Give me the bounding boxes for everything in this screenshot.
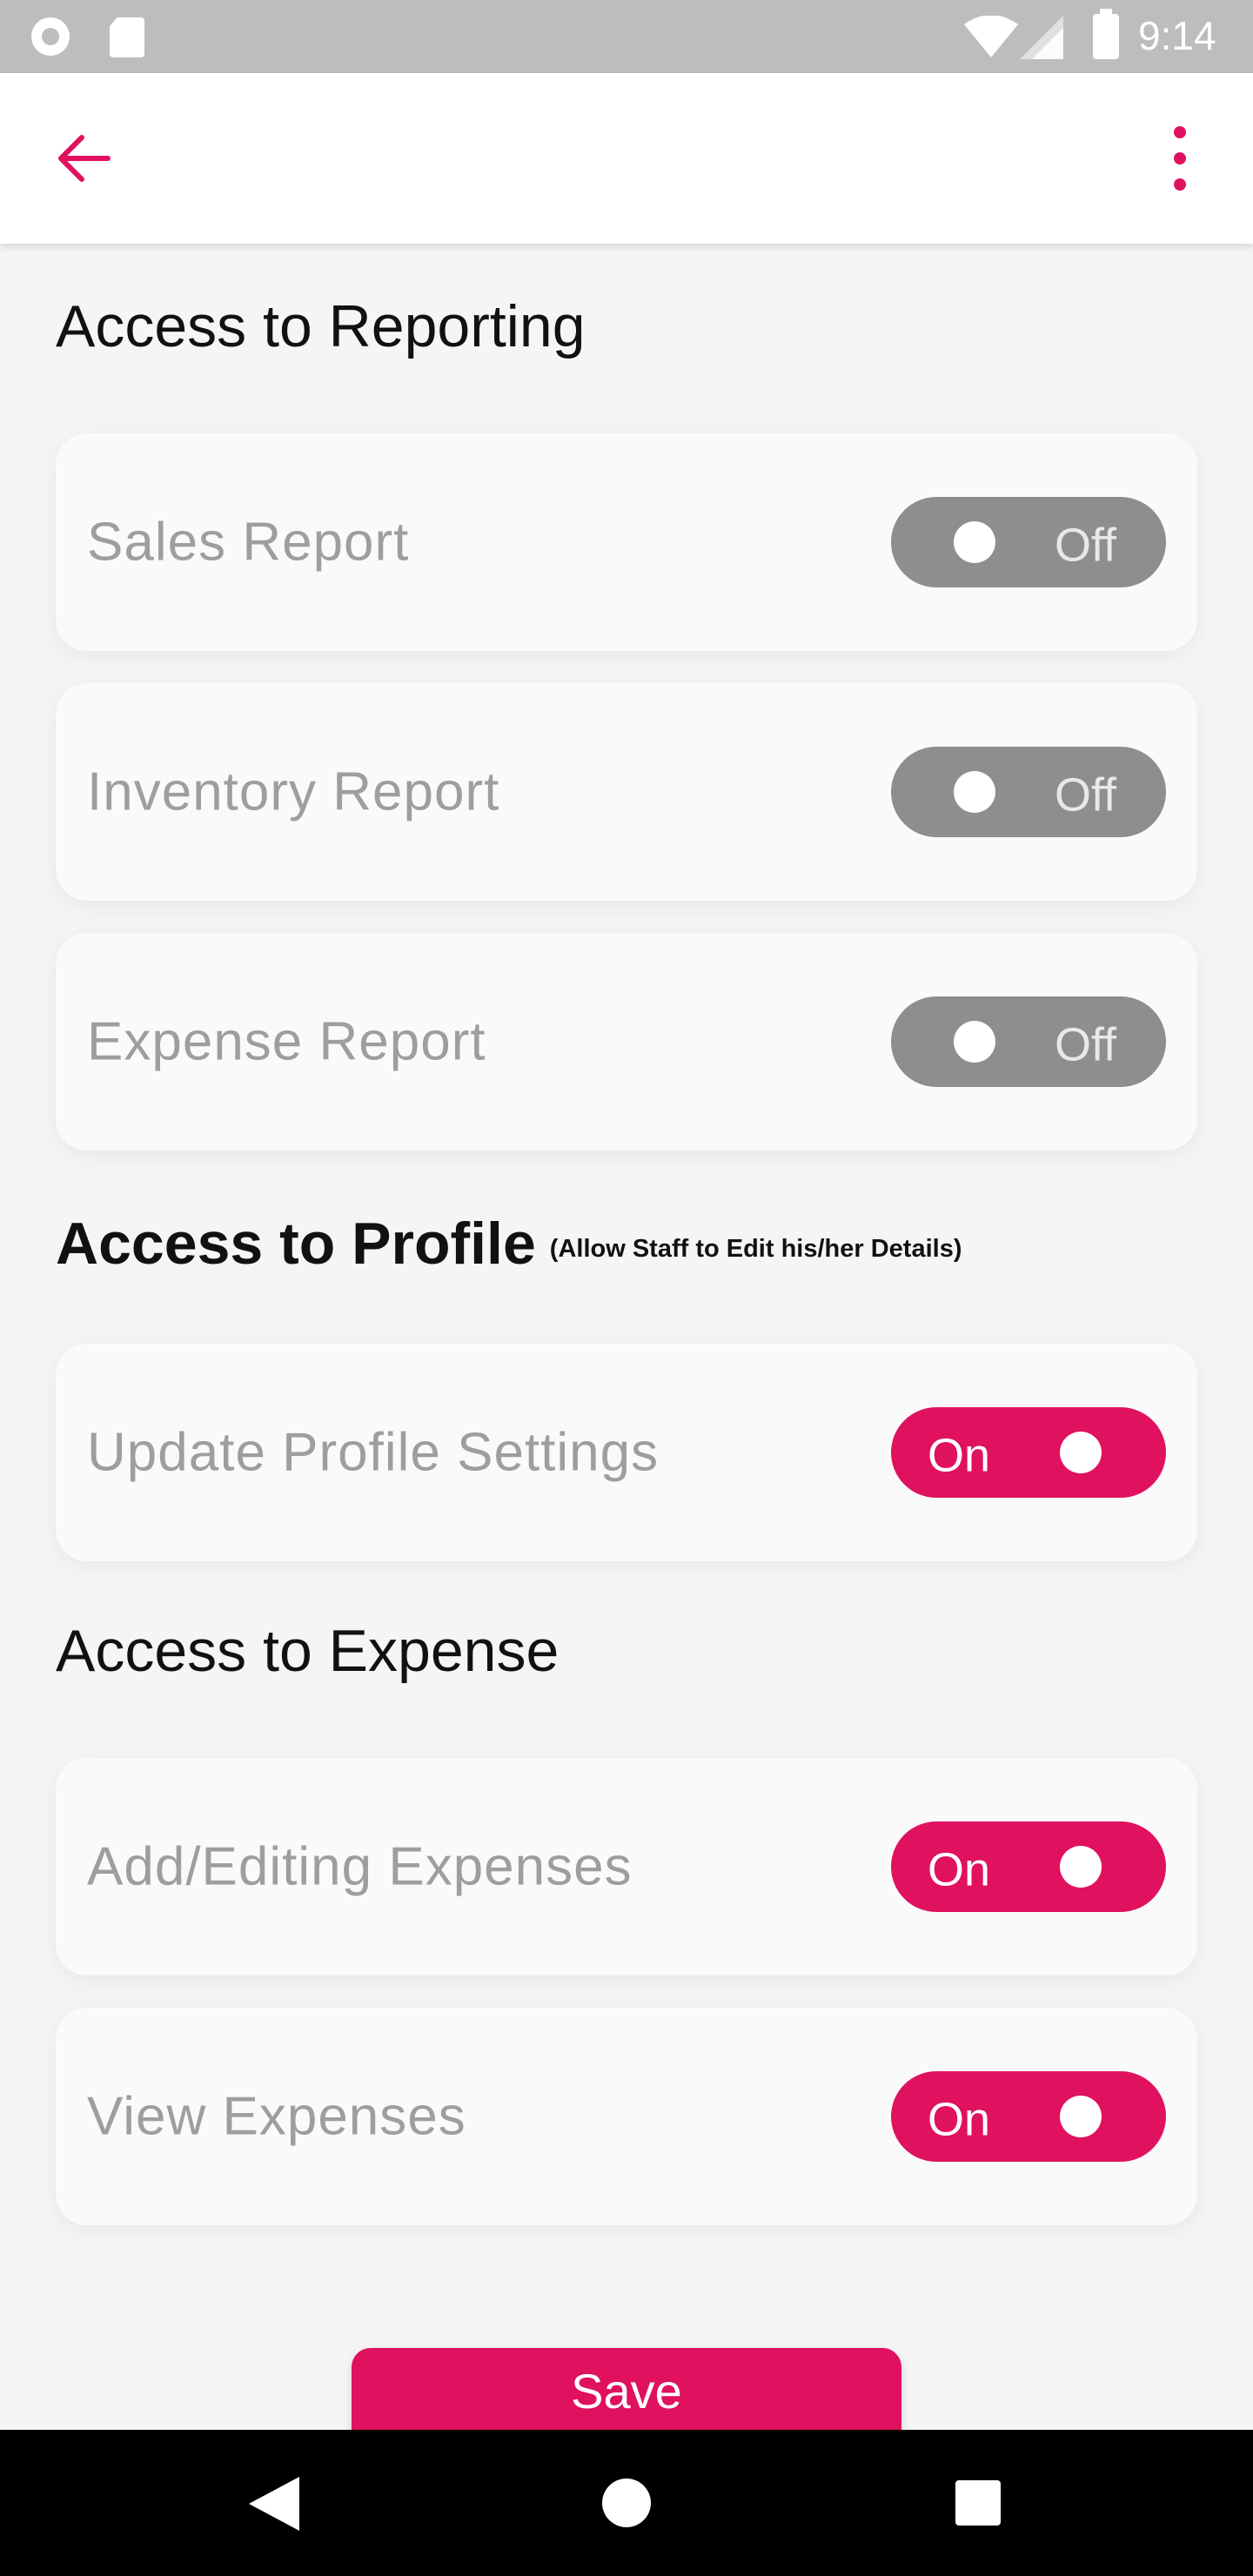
setting-label: Update Profile Settings xyxy=(87,1422,660,1483)
battery-icon xyxy=(1093,9,1119,59)
toggle-knob xyxy=(954,521,995,563)
circle-icon xyxy=(31,17,70,56)
more-vert-icon[interactable] xyxy=(1149,120,1211,197)
setting-card-update-profile: Update Profile Settings On xyxy=(56,1344,1197,1561)
section-title-profile: Access to Profile (Allow Staff to Edit hi… xyxy=(56,1210,962,1278)
toggle-knob xyxy=(1060,1846,1102,1888)
status-bar: 9:14 xyxy=(0,0,1253,73)
toggle-knob xyxy=(954,771,995,813)
setting-card-view-expenses: View Expenses On xyxy=(56,2008,1197,2225)
wifi-icon xyxy=(964,16,1018,57)
toggle-knob xyxy=(954,1021,995,1063)
toggle-knob xyxy=(1060,2096,1102,2137)
toggle-state: On xyxy=(928,1429,991,1482)
section-title-reporting: Access to Reporting xyxy=(56,293,586,359)
setting-card-expense-report: Expense Report Off xyxy=(56,933,1197,1150)
setting-card-sales-report: Sales Report Off xyxy=(56,433,1197,651)
toggle-add-edit-expenses[interactable]: On xyxy=(891,1821,1166,1912)
sd-card-icon xyxy=(110,17,144,57)
toggle-view-expenses[interactable]: On xyxy=(891,2071,1166,2162)
setting-label: Add/Editing Expenses xyxy=(87,1836,633,1897)
signal-icon xyxy=(1020,16,1063,59)
section-title-expense: Access to Expense xyxy=(56,1618,559,1684)
save-button-label: Save xyxy=(571,2364,682,2418)
toggle-state: Off xyxy=(1055,1018,1117,1071)
toggle-expense-report[interactable]: Off xyxy=(891,996,1166,1087)
app-bar xyxy=(0,73,1253,244)
toggle-update-profile[interactable]: On xyxy=(891,1407,1166,1498)
toggle-state: On xyxy=(928,1843,991,1896)
section-title-text: Access to Profile xyxy=(56,1211,536,1277)
setting-label: View Expenses xyxy=(87,2086,466,2147)
arrow-left-icon[interactable] xyxy=(52,127,115,190)
navigation-bar xyxy=(0,2430,1253,2576)
status-time: 9:14 xyxy=(1138,13,1216,58)
toggle-state: On xyxy=(928,2093,991,2146)
toggle-state: Off xyxy=(1055,519,1117,572)
setting-label: Inventory Report xyxy=(87,761,500,822)
setting-label: Sales Report xyxy=(87,512,410,573)
nav-recents-icon[interactable] xyxy=(955,2480,1001,2526)
setting-card-inventory-report: Inventory Report Off xyxy=(56,683,1197,901)
nav-home-icon[interactable] xyxy=(602,2479,651,2527)
setting-label: Expense Report xyxy=(87,1011,486,1072)
nav-back-icon[interactable] xyxy=(249,2477,299,2531)
toggle-inventory-report[interactable]: Off xyxy=(891,747,1166,837)
section-note: (Allow Staff to Edit his/her Details) xyxy=(549,1235,962,1263)
toggle-state: Off xyxy=(1055,768,1117,822)
toggle-knob xyxy=(1060,1432,1102,1473)
setting-card-add-edit-expenses: Add/Editing Expenses On xyxy=(56,1758,1197,1976)
toggle-sales-report[interactable]: Off xyxy=(891,497,1166,587)
